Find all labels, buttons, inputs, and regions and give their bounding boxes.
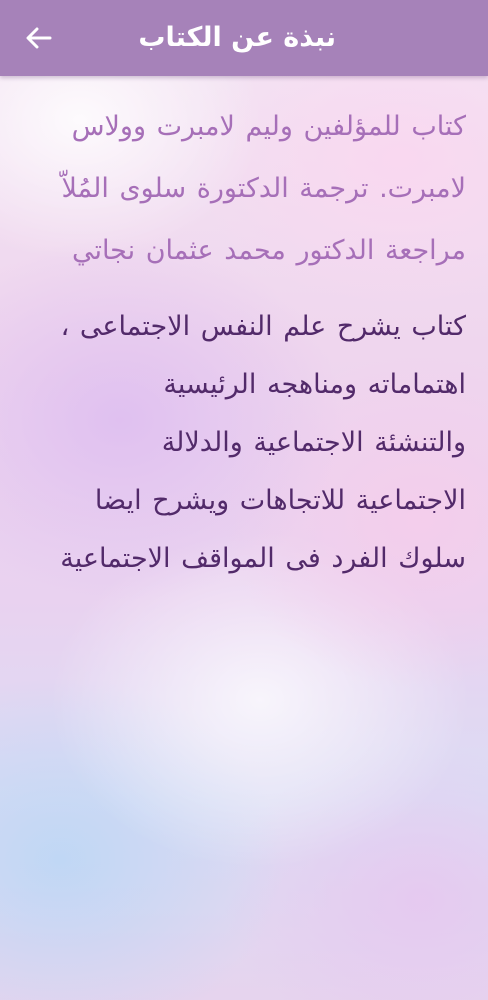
credits-line: لامبرت. ترجمة الدكتورة سلوى المُلاّ xyxy=(61,173,466,204)
back-button[interactable] xyxy=(22,22,56,54)
book-about-content: كتاب للمؤلفين وليم لامبرت وولاس لامبرت. … xyxy=(14,96,466,588)
credits-line: مراجعة الدكتور محمد عثمان نجاتي xyxy=(71,235,466,266)
page-title: نبذة عن الكتاب xyxy=(138,22,336,53)
book-credits-paragraph: كتاب للمؤلفين وليم لامبرت وولاس لامبرت. … xyxy=(14,96,466,282)
credits-line: كتاب للمؤلفين وليم لامبرت وولاس xyxy=(71,111,466,142)
book-description-paragraph: كتاب يشرح علم النفس الاجتماعى ، اهتمامات… xyxy=(14,298,466,588)
app-bar: نبذة عن الكتاب xyxy=(0,0,488,76)
description-line: سلوك الفرد فى المواقف الاجتماعية xyxy=(60,543,466,574)
arrow-left-icon xyxy=(26,27,52,49)
description-line: الاجتماعية للاتجاهات ويشرح ايضا xyxy=(94,485,466,516)
description-line: اهتماماته ومناهجه الرئيسية xyxy=(163,369,466,400)
description-line: كتاب يشرح علم النفس الاجتماعى ، xyxy=(60,311,466,342)
description-line: والتنشئة الاجتماعية والدلالة xyxy=(161,427,466,458)
